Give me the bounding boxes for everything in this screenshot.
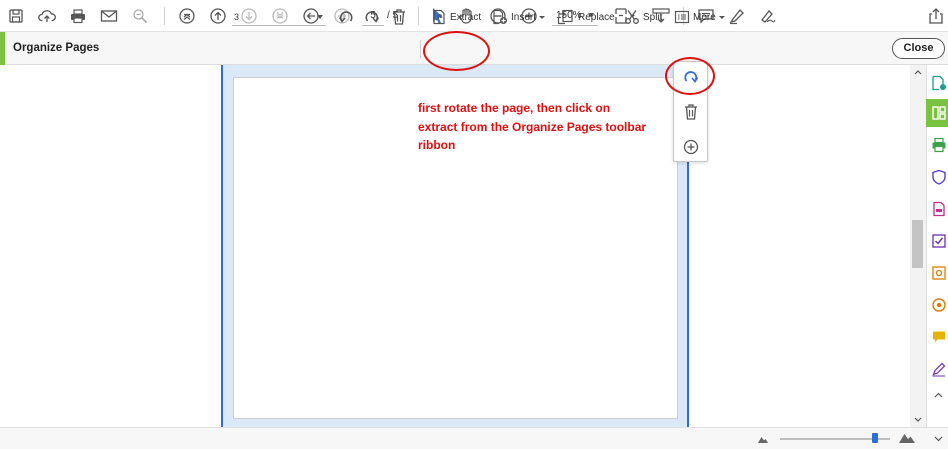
email-icon[interactable] — [99, 6, 119, 26]
trash-icon — [393, 9, 405, 25]
rotate-right-button[interactable] — [363, 7, 383, 27]
scissors-icon — [625, 10, 639, 24]
trash-icon — [685, 104, 697, 120]
annotation-text: first rotate the page, then click on ext… — [418, 101, 647, 152]
tool-title: Organize Pages — [13, 42, 100, 54]
print-production-icon[interactable] — [929, 136, 948, 154]
more-tools-icon[interactable] — [929, 296, 948, 314]
replace-page-icon — [557, 9, 573, 25]
highlight-icon[interactable] — [727, 6, 747, 26]
first-page-icon[interactable] — [177, 6, 197, 26]
page-range-dropdown-icon[interactable] — [317, 15, 323, 19]
highlight-ring-extract — [423, 31, 490, 71]
more-label: More — [693, 11, 716, 23]
tool-accent-bar — [0, 32, 5, 65]
tools-pane-down-icon[interactable] — [934, 436, 943, 442]
large-mountain-icon[interactable] — [898, 431, 916, 444]
upload-cloud-icon[interactable] — [37, 6, 57, 26]
insert-dropdown-icon — [539, 15, 546, 19]
more-button[interactable]: More — [674, 7, 725, 27]
delete-pages-button[interactable] — [391, 7, 411, 27]
rotate-left-button[interactable] — [337, 7, 357, 27]
share-icon[interactable] — [926, 6, 946, 26]
export-pdf-icon[interactable] — [929, 74, 948, 92]
save-icon[interactable] — [6, 6, 26, 26]
scrollbar-thumb[interactable] — [912, 220, 923, 268]
page-range-select[interactable]: 3 — [232, 8, 326, 26]
scroll-up-icon — [914, 70, 922, 75]
organize-pages-icon[interactable] — [929, 104, 948, 122]
sign-icon[interactable] — [758, 6, 778, 26]
previous-page-icon[interactable] — [208, 6, 228, 26]
extract-label: Extract — [450, 11, 482, 23]
highlight-ring-rotate — [665, 57, 715, 95]
split-button[interactable]: Split — [624, 7, 662, 27]
optimize-icon[interactable] — [929, 264, 948, 282]
rotate-counterclockwise-icon — [338, 11, 353, 23]
replace-button[interactable]: Replace — [557, 7, 615, 27]
edit-pdf-icon[interactable] — [929, 360, 948, 378]
more-dropdown-icon — [718, 15, 725, 19]
search-zoom-icon[interactable] — [130, 6, 150, 26]
replace-label: Replace — [578, 11, 615, 23]
insert-button[interactable]: Insert — [492, 7, 546, 27]
insert-page-icon — [493, 9, 507, 25]
extract-button[interactable]: Extract — [431, 7, 481, 27]
more-options-icon — [674, 10, 690, 24]
small-mountain-icon[interactable] — [757, 434, 769, 444]
scroll-down-icon — [914, 417, 922, 422]
close-button[interactable]: Close — [892, 38, 945, 59]
add-circle-icon — [683, 139, 699, 155]
thumbnail-size-slider-thumb[interactable] — [872, 433, 878, 443]
insert-page-button[interactable] — [681, 137, 701, 157]
delete-page-button[interactable] — [681, 102, 701, 122]
split-label: Split — [643, 11, 663, 23]
fill-sign-icon[interactable] — [929, 232, 948, 250]
create-pdf-icon[interactable] — [929, 200, 948, 218]
insert-label: Insert — [511, 11, 537, 23]
rotate-clockwise-icon — [365, 11, 380, 23]
comment-tool-icon[interactable] — [929, 328, 948, 346]
protect-icon[interactable] — [929, 168, 948, 186]
extract-icon — [433, 9, 445, 25]
tools-pane-up-icon[interactable] — [934, 392, 943, 398]
print-icon[interactable] — [68, 6, 88, 26]
